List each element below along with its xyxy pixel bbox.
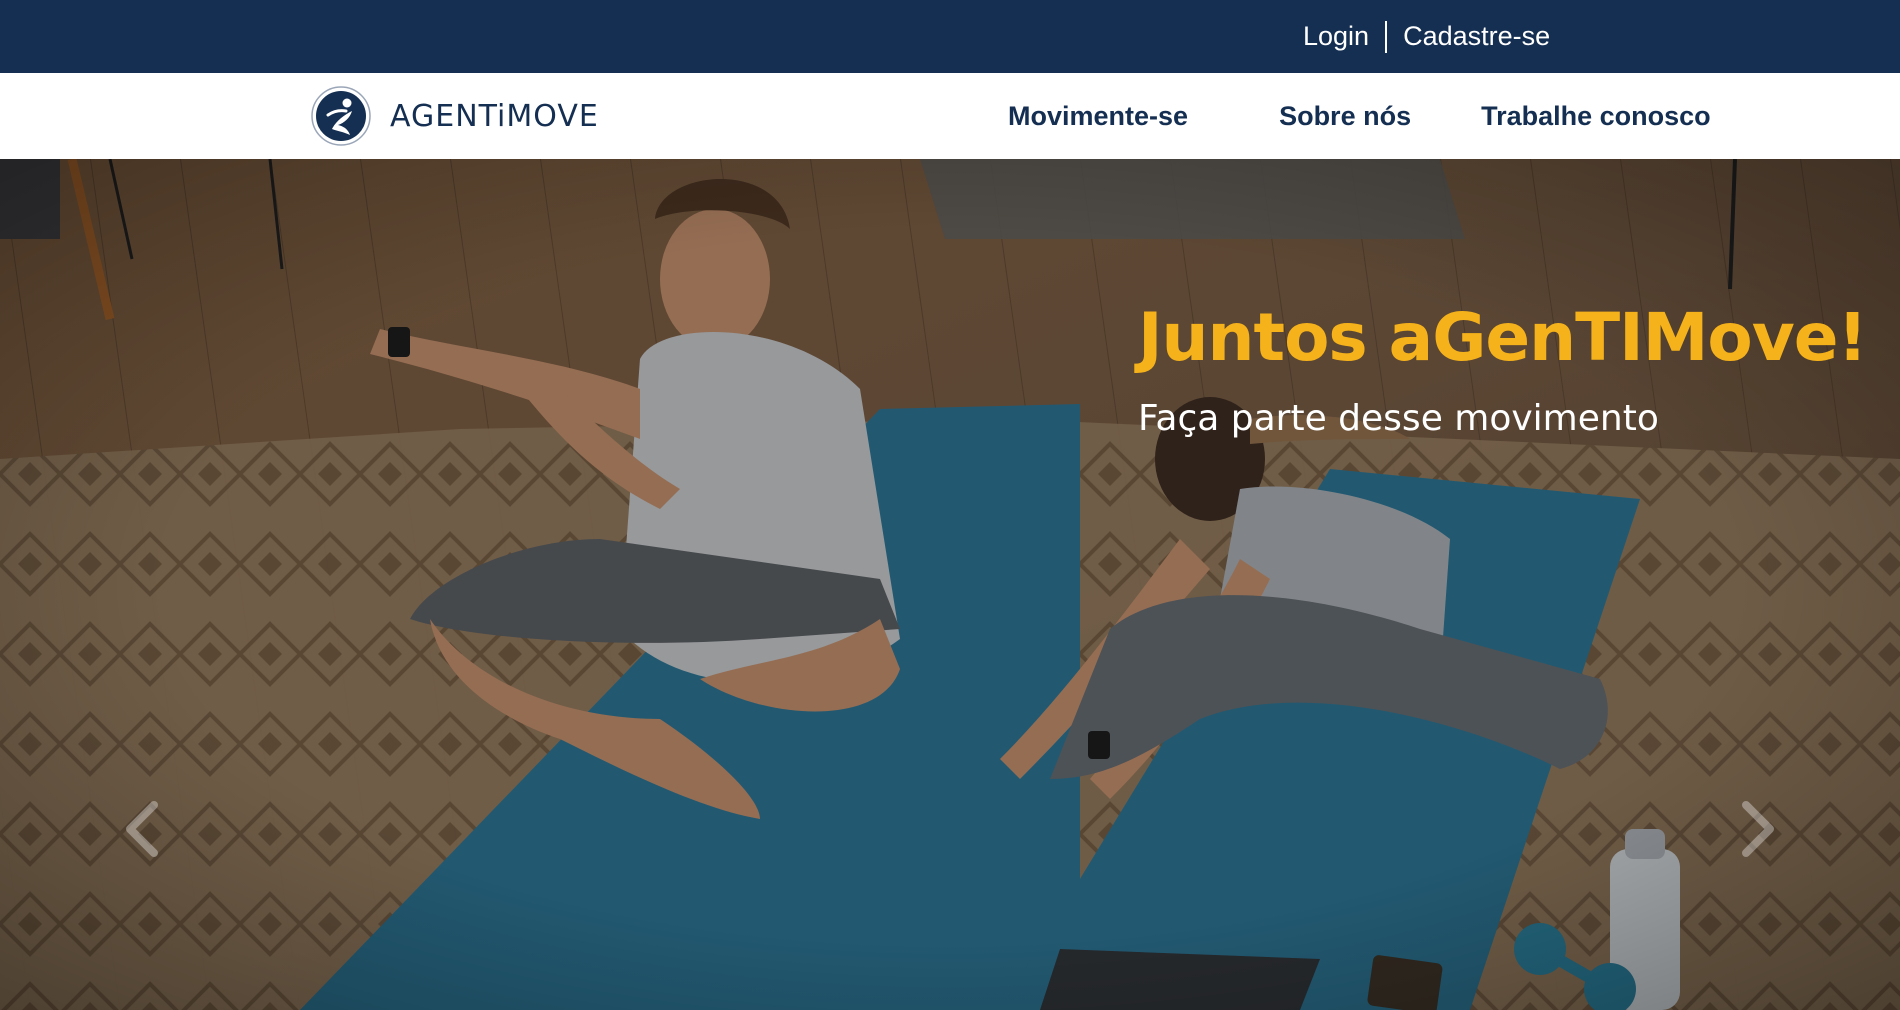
hero-caption: Juntos aGenTIMove! Faça parte desse movi… — [1138, 299, 1868, 439]
runner-circle-icon — [311, 86, 371, 146]
chevron-right-icon — [1742, 801, 1774, 857]
hero-carousel: Juntos aGenTIMove! Faça parte desse movi… — [0, 159, 1900, 1010]
nav-item-trabalhe-conosco[interactable]: Trabalhe conosco — [1481, 101, 1711, 132]
brand-name: AGENTiMOVE — [390, 98, 599, 134]
brand-logo[interactable]: AGENTiMOVE — [310, 85, 599, 147]
carousel-next-button[interactable] — [1732, 799, 1782, 859]
login-link[interactable]: Login — [1303, 21, 1369, 52]
yoga-stretching-couple-photo — [0, 159, 1900, 1010]
auth-links: Login Cadastre-se — [1303, 0, 1550, 73]
carousel-prev-button[interactable] — [118, 799, 168, 859]
nav-item-sobre-nos[interactable]: Sobre nós — [1279, 101, 1411, 132]
chevron-left-icon — [126, 801, 158, 857]
hero-title: Juntos aGenTIMove! — [1138, 299, 1868, 376]
hero-subtitle: Faça parte desse movimento — [1138, 398, 1659, 439]
signup-link[interactable]: Cadastre-se — [1403, 21, 1550, 52]
auth-divider — [1385, 20, 1388, 53]
primary-nav: Movimente-se Sobre nós Trabalhe conosco — [1008, 73, 1711, 159]
nav-item-movimente-se[interactable]: Movimente-se — [1008, 101, 1188, 132]
top-utility-bar: Login Cadastre-se — [0, 0, 1900, 73]
main-navbar: AGENTiMOVE Movimente-se Sobre nós Trabal… — [0, 73, 1900, 159]
